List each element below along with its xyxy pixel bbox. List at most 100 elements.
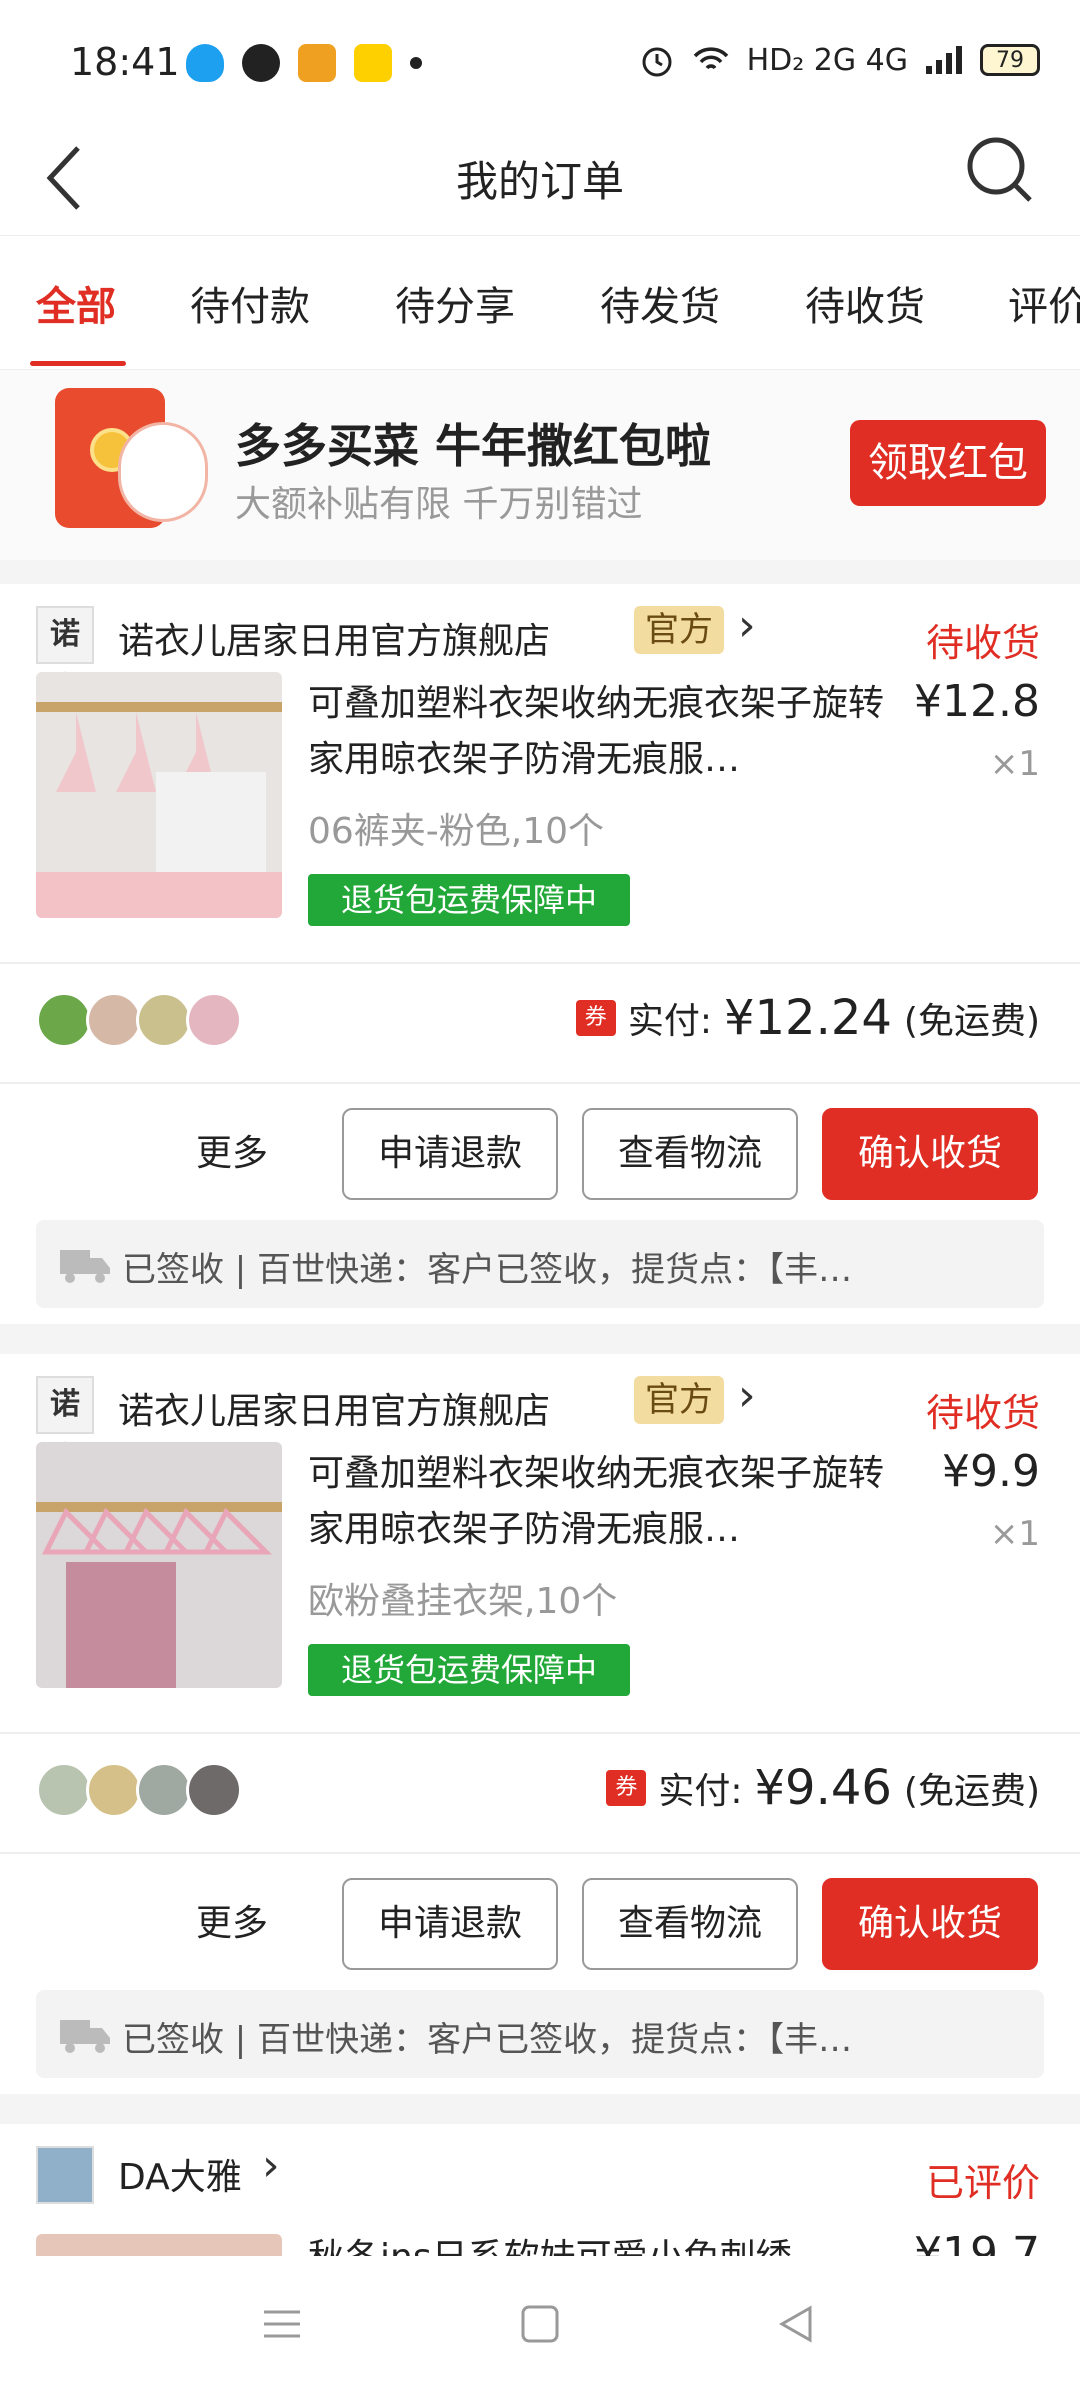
return-shipping-badge: 退货包运费保障中 (308, 1644, 630, 1696)
avatar (86, 1762, 142, 1818)
official-tag: 官方 (634, 606, 724, 654)
coupon-badge: 券 (606, 1770, 647, 1806)
more-button[interactable]: 更多 (196, 1124, 268, 1176)
banner-title: 多多买菜 牛年撒红包啦 (235, 419, 712, 473)
tab-pending-receipt[interactable]: 待收货 (805, 274, 925, 332)
divider (0, 1852, 1080, 1854)
logistics-bar[interactable]: 已签收 | 百世快递：客户已签收，提货点：【丰… (36, 1990, 1044, 2078)
product-image[interactable] (36, 672, 282, 918)
more-notifications-dot (410, 57, 422, 69)
tab-pending-shipment[interactable]: 待发货 (600, 274, 720, 332)
tab-review[interactable]: 评价 (1008, 274, 1080, 332)
coupon-badge: 券 (575, 1000, 616, 1036)
avatar (86, 992, 142, 1048)
system-indicators: HD₂ 2G 4G 79 (639, 42, 1040, 78)
weibo-icon (298, 44, 336, 82)
promo-banner[interactable]: 多多买菜 牛年撒红包啦 大额补贴有限 千万别错过 领取红包 (0, 370, 1080, 560)
shop-name[interactable]: DA大雅 (118, 2148, 242, 2200)
order-card: 诺衣 诺衣儿居家日用官方旗舰店 官方 › 待收货 可叠加塑料衣架收纳无痕衣架子旋… (0, 584, 1080, 1324)
tab-all[interactable]: 全部 (36, 274, 116, 332)
order-card: 诺衣 诺衣儿居家日用官方旗舰店 官方 › 待收货 可叠加塑料衣架收纳无痕衣架子旋… (0, 1354, 1080, 2094)
shop-avatar[interactable] (36, 2146, 94, 2204)
paid-amount: ¥9.46 (754, 1760, 892, 1816)
order-tabs: 全部 待付款 待分享 待发货 待收货 评价 (0, 235, 1080, 370)
item-quantity: ×1 (989, 1514, 1040, 1554)
paid-summary: 券 实付: ¥12.24 (免运费) (575, 990, 1040, 1046)
wechat-icon (242, 44, 280, 82)
product-spec: 06裤夹-粉色,10个 (308, 811, 605, 852)
order-status: 已评价 (925, 2161, 1040, 2205)
order-card: DA大雅 › 已评价 秋冬ins日系软妹可爱小兔刺绣 ¥19.7 (0, 2124, 1080, 2256)
logistics-status: 已签收 | 百世快递：客户已签收，提货点：【丰… (122, 1250, 853, 1290)
battery-level: 79 (996, 47, 1024, 73)
item-price: ¥19.7 (914, 2228, 1040, 2256)
qq-icon (186, 44, 224, 82)
return-shipping-badge: 退货包运费保障中 (308, 874, 630, 926)
tab-pending-payment[interactable]: 待付款 (190, 274, 310, 332)
active-tab-indicator (30, 361, 126, 366)
status-bar: 18:41 HD₂ 2G 4G 79 (0, 0, 1080, 120)
shipping-note: (免运费) (903, 1771, 1040, 1812)
divider (0, 962, 1080, 964)
shop-logo[interactable]: 诺衣 (36, 606, 94, 706)
item-price: ¥9.9 (942, 1446, 1040, 1497)
notification-icons (186, 44, 422, 82)
group-avatars (36, 1762, 242, 1818)
tab-pending-share[interactable]: 待分享 (395, 274, 515, 332)
truck-icon (60, 2020, 110, 2053)
banner-subtitle: 大额补贴有限 千万别错过 (235, 484, 643, 525)
logistics-bar[interactable]: 已签收 | 百世快递：客户已签收，提货点：【丰… (36, 1220, 1044, 1308)
chevron-right-icon[interactable]: › (262, 2140, 280, 2191)
item-price: ¥12.8 (914, 676, 1040, 727)
back-triangle-icon[interactable] (776, 2304, 816, 2344)
truck-icon (60, 1250, 110, 1283)
view-logistics-button[interactable]: 查看物流 (582, 1108, 798, 1200)
battery-icon: 79 (980, 44, 1040, 76)
product-image[interactable] (36, 1442, 282, 1688)
menu-icon[interactable] (262, 2304, 302, 2344)
refund-button[interactable]: 申请退款 (342, 1108, 558, 1200)
paid-label: 实付: (627, 1001, 712, 1042)
refund-button[interactable]: 申请退款 (342, 1878, 558, 1970)
avatar (136, 1762, 192, 1818)
page-title: 我的订单 (455, 157, 624, 206)
product-title[interactable]: 可叠加塑料衣架收纳无痕衣架子旋转家用晾衣架子防滑无痕服… (308, 676, 908, 788)
confirm-receipt-button[interactable]: 确认收货 (822, 1108, 1038, 1200)
alarm-icon (642, 47, 672, 77)
wifi-icon (693, 47, 728, 70)
signal-icon (926, 46, 962, 74)
paid-summary: 券 实付: ¥9.46 (免运费) (606, 1760, 1040, 1816)
product-spec: 欧粉叠挂衣架,10个 (308, 1581, 618, 1622)
avatar (186, 1762, 242, 1818)
logistics-status: 已签收 | 百世快递：客户已签收，提货点：【丰… (122, 2020, 853, 2060)
avatar (186, 992, 242, 1048)
divider (0, 1732, 1080, 1734)
chevron-right-icon[interactable]: › (738, 1370, 756, 1421)
search-icon[interactable] (960, 130, 1040, 210)
shop-name[interactable]: 诺衣儿居家日用官方旗舰店 (118, 1382, 550, 1434)
group-avatars (36, 992, 242, 1048)
product-title[interactable]: 可叠加塑料衣架收纳无痕衣架子旋转家用晾衣架子防滑无痕服… (308, 1446, 908, 1558)
cow-mascot-icon (118, 422, 208, 522)
more-button[interactable]: 更多 (196, 1894, 268, 1946)
divider (0, 1082, 1080, 1084)
chevron-right-icon[interactable]: › (738, 600, 756, 651)
network-label: HD₂ 2G 4G (746, 42, 908, 78)
home-square-icon[interactable] (520, 2304, 560, 2344)
paid-label: 实付: (658, 1771, 743, 1812)
product-image[interactable] (36, 2234, 282, 2256)
order-status: 待收货 (925, 1391, 1040, 1435)
avatar (136, 992, 192, 1048)
avatar (36, 1762, 92, 1818)
claim-red-packet-button[interactable]: 领取红包 (850, 420, 1046, 506)
system-nav-bar (0, 2256, 1080, 2400)
shop-name[interactable]: 诺衣儿居家日用官方旗舰店 (118, 612, 550, 664)
confirm-receipt-button[interactable]: 确认收货 (822, 1878, 1038, 1970)
nav-header: 我的订单 (0, 120, 1080, 235)
official-tag: 官方 (634, 1376, 724, 1424)
clock: 18:41 (70, 40, 180, 84)
shop-logo[interactable]: 诺衣 (36, 1376, 94, 1476)
item-quantity: ×1 (989, 744, 1040, 784)
product-title[interactable]: 秋冬ins日系软妹可爱小兔刺绣 (308, 2230, 908, 2256)
view-logistics-button[interactable]: 查看物流 (582, 1878, 798, 1970)
